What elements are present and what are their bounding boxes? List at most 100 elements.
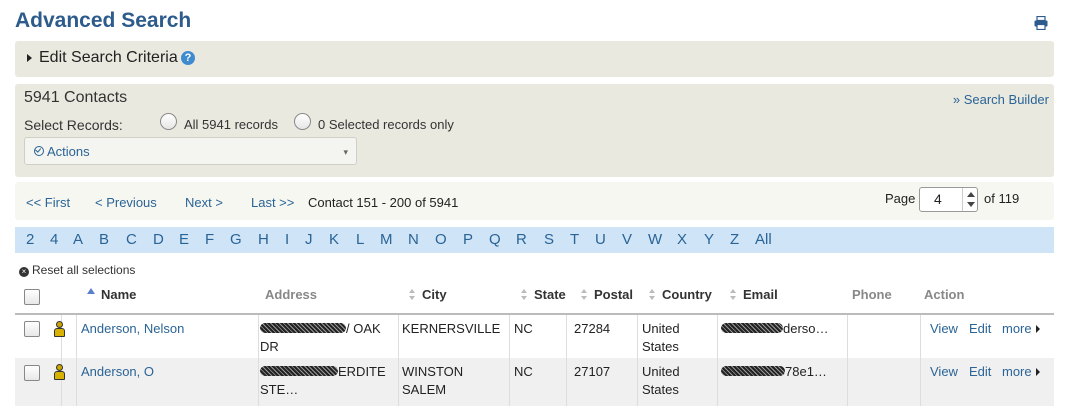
- postal-cell: 27284: [574, 321, 611, 336]
- stepper-up-icon[interactable]: [967, 192, 975, 197]
- column-header-country[interactable]: Country: [662, 287, 712, 302]
- alpha-filter-s[interactable]: S: [544, 231, 554, 248]
- redacted-block: [721, 366, 785, 376]
- help-icon[interactable]: ?: [181, 51, 195, 65]
- address-line2: DR: [260, 338, 279, 354]
- column-header-email[interactable]: Email: [743, 287, 778, 302]
- redacted-block: [260, 323, 346, 333]
- alpha-filter-l[interactable]: L: [356, 231, 364, 248]
- caret-right-icon: [1035, 368, 1040, 376]
- column-divider: [76, 358, 77, 406]
- alpha-filter-z[interactable]: Z: [730, 231, 739, 248]
- column-divider: [717, 315, 718, 358]
- alpha-filter-o[interactable]: O: [435, 231, 447, 248]
- alpha-filter-r[interactable]: R: [516, 231, 527, 248]
- print-icon[interactable]: [1034, 16, 1048, 30]
- sort-icon[interactable]: [730, 289, 736, 301]
- alpha-filter-h[interactable]: H: [258, 231, 269, 248]
- alpha-filter-4[interactable]: 4: [50, 231, 58, 248]
- column-header-address: Address: [265, 287, 318, 302]
- results-summary-panel: 5941 Contacts » Search Builder Select Re…: [15, 84, 1054, 177]
- contact-name-link[interactable]: Anderson, Nelson: [81, 320, 184, 338]
- column-divider: [637, 315, 638, 358]
- pager-previous-link[interactable]: < Previous: [95, 195, 157, 210]
- column-divider: [398, 315, 399, 358]
- alpha-filter-b[interactable]: B: [99, 231, 109, 248]
- column-divider: [920, 358, 921, 406]
- alpha-filter-q[interactable]: Q: [489, 231, 501, 248]
- sort-icon[interactable]: [521, 289, 527, 301]
- alpha-filter-g[interactable]: G: [230, 231, 242, 248]
- select-all-checkbox[interactable]: [24, 289, 40, 305]
- pager-first-link[interactable]: << First: [26, 195, 70, 210]
- pager-next-link[interactable]: Next >: [185, 195, 223, 210]
- view-link[interactable]: View: [930, 363, 958, 381]
- sort-ascending-icon[interactable]: [87, 288, 95, 294]
- alpha-filter-a[interactable]: A: [73, 231, 83, 248]
- alpha-filter-p[interactable]: P: [463, 231, 473, 248]
- alpha-filter-all[interactable]: All: [755, 231, 772, 248]
- alpha-filter-t[interactable]: T: [570, 231, 579, 248]
- page-stepper[interactable]: [962, 188, 977, 211]
- sort-icon[interactable]: [581, 289, 587, 301]
- column-header-name[interactable]: Name: [101, 287, 136, 302]
- email-cell: 78e1…: [721, 363, 827, 381]
- alpha-filter-f[interactable]: F: [205, 231, 214, 248]
- alpha-filter-y[interactable]: Y: [704, 231, 714, 248]
- alpha-filter-i[interactable]: I: [285, 231, 289, 248]
- country-line2: States: [642, 338, 679, 354]
- alpha-filter-x[interactable]: X: [677, 231, 687, 248]
- reset-all-selections-label: Reset all selections: [32, 263, 136, 277]
- edit-search-criteria-label: Edit Search Criteria: [39, 49, 178, 66]
- contact-name-link[interactable]: Anderson, O: [81, 363, 154, 381]
- alpha-filter-v[interactable]: V: [622, 231, 632, 248]
- radio-selected-records[interactable]: [294, 113, 311, 130]
- column-header-state[interactable]: State: [534, 287, 566, 302]
- more-menu[interactable]: more: [1002, 320, 1040, 338]
- alpha-filter-j[interactable]: J: [305, 231, 313, 248]
- pager-last-link[interactable]: Last >>: [251, 195, 294, 210]
- address-line1: ERDITE: [338, 364, 386, 379]
- row-checkbox[interactable]: [24, 321, 40, 337]
- more-link[interactable]: more: [1002, 364, 1032, 379]
- alpha-filter-e[interactable]: E: [179, 231, 189, 248]
- sort-icon[interactable]: [649, 289, 655, 301]
- column-divider: [717, 358, 718, 406]
- column-divider: [920, 315, 921, 358]
- edit-link[interactable]: Edit: [969, 363, 991, 381]
- page-title: Advanced Search: [15, 9, 192, 32]
- expand-triangle-icon: [27, 54, 32, 62]
- reset-all-selections-link[interactable]: × Reset all selections: [19, 263, 135, 277]
- more-link[interactable]: more: [1002, 321, 1032, 336]
- alpha-filter-m[interactable]: M: [380, 231, 393, 248]
- more-menu[interactable]: more: [1002, 363, 1040, 381]
- alpha-filter-d[interactable]: D: [153, 231, 164, 248]
- address-cell: / OAK DR: [260, 320, 395, 355]
- column-header-postal[interactable]: Postal: [594, 287, 633, 302]
- alpha-filter-2[interactable]: 2: [26, 231, 34, 248]
- table-row: Anderson, Nelson / OAK DR KERNERSVILLE NC…: [15, 315, 1054, 358]
- radio-all-records[interactable]: [160, 113, 177, 130]
- country-line1: United: [642, 364, 680, 379]
- alpha-filter-k[interactable]: K: [329, 231, 339, 248]
- column-header-city[interactable]: City: [422, 287, 447, 302]
- email-text: derso…: [783, 321, 829, 336]
- view-link[interactable]: View: [930, 320, 958, 338]
- alpha-filter-c[interactable]: C: [126, 231, 137, 248]
- column-divider: [509, 358, 510, 406]
- page-label: Page: [885, 191, 916, 206]
- edit-search-criteria-toggle[interactable]: Edit Search Criteria ?: [15, 41, 1054, 77]
- sort-icon[interactable]: [409, 289, 415, 301]
- row-checkbox[interactable]: [24, 365, 40, 381]
- alpha-filter-u[interactable]: U: [595, 231, 606, 248]
- pager-range: Contact 151 - 200 of 5941: [308, 195, 459, 210]
- city-cell: WINSTON SALEM: [402, 363, 463, 398]
- alpha-filter-w[interactable]: W: [648, 231, 662, 248]
- edit-link[interactable]: Edit: [969, 320, 991, 338]
- alpha-filter-n[interactable]: N: [408, 231, 419, 248]
- search-builder-link[interactable]: » Search Builder: [953, 92, 1049, 107]
- actions-dropdown[interactable]: Actions ▾: [24, 137, 357, 165]
- stepper-down-icon[interactable]: [967, 202, 975, 207]
- column-divider: [847, 358, 848, 406]
- column-divider: [258, 315, 259, 358]
